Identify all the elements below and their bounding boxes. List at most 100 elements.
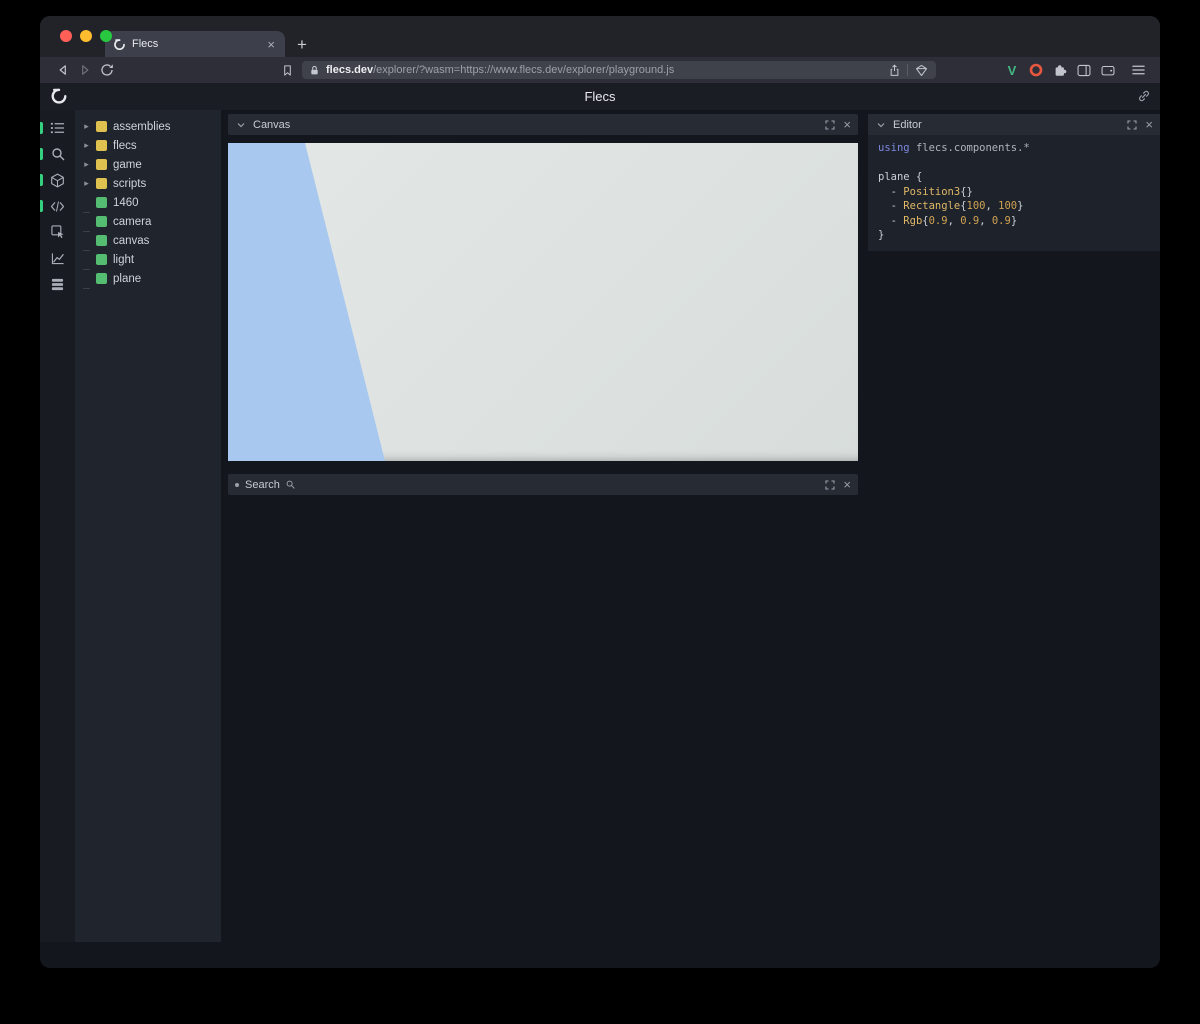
search-icon xyxy=(286,479,296,491)
entity-color-square xyxy=(96,273,107,284)
search-panel-title: Search xyxy=(245,479,280,491)
entity-color-square xyxy=(96,235,107,246)
entity-tree-icon[interactable] xyxy=(40,118,75,138)
tree-item-camera[interactable]: camera xyxy=(75,212,221,231)
main-column: Canvas × xyxy=(221,110,868,942)
expand-arrow-icon[interactable]: ▸ xyxy=(82,159,91,170)
tree-item-label: canvas xyxy=(113,235,149,247)
minimize-window-button[interactable] xyxy=(80,30,92,42)
forward-icon[interactable] xyxy=(74,61,96,79)
vue-devtools-extension-icon[interactable]: V xyxy=(1000,61,1024,79)
bookmark-icon[interactable] xyxy=(276,61,298,79)
editor-code[interactable]: using flecs.components.* plane { - Posit… xyxy=(868,135,1160,251)
fullscreen-icon[interactable] xyxy=(1126,119,1138,131)
lock-icon xyxy=(309,65,320,76)
canvas-panel: Canvas × xyxy=(228,114,858,461)
module-color-square xyxy=(96,178,107,189)
reload-icon[interactable] xyxy=(96,61,118,79)
close-icon[interactable]: × xyxy=(1144,118,1153,131)
entity-color-square xyxy=(96,254,107,265)
close-icon[interactable]: × xyxy=(842,118,851,131)
extensions-puzzle-icon[interactable] xyxy=(1048,61,1072,79)
divider xyxy=(907,64,908,76)
close-window-button[interactable] xyxy=(60,30,72,42)
code-line: using flecs.components.* xyxy=(878,141,1150,156)
browser-window: Flecs × + flecs.dev/explorer/?wasm=https… xyxy=(40,16,1160,968)
code-editor-icon[interactable] xyxy=(40,196,75,216)
tree-item-label: scripts xyxy=(113,178,146,190)
code-line: } xyxy=(878,228,1150,243)
canvas-scene xyxy=(228,143,858,461)
share-icon[interactable] xyxy=(886,61,902,79)
sidebar-toggle-icon[interactable] xyxy=(1072,61,1096,79)
search-panel: Search × xyxy=(228,474,858,495)
tree-item-assemblies[interactable]: ▸assemblies xyxy=(75,117,221,136)
data-rows-icon[interactable] xyxy=(40,274,75,294)
entity-tree: ▸assemblies▸flecs▸game▸scripts1460camera… xyxy=(75,110,221,942)
tab-title: Flecs xyxy=(132,38,259,50)
chevron-down-icon[interactable] xyxy=(875,119,887,131)
fullscreen-icon[interactable] xyxy=(824,119,836,131)
flecs-favicon-icon xyxy=(113,38,126,51)
url-actions xyxy=(886,61,929,79)
flecs-logo-icon[interactable] xyxy=(50,87,68,105)
tree-item-1460[interactable]: 1460 xyxy=(75,193,221,212)
module-color-square xyxy=(96,140,107,151)
entities-cube-icon[interactable] xyxy=(40,170,75,190)
canvas-panel-title: Canvas xyxy=(253,119,290,131)
code-line xyxy=(878,156,1150,171)
collapsed-dot-icon[interactable] xyxy=(235,483,239,487)
permalink-icon[interactable] xyxy=(1137,89,1152,104)
tree-item-label: 1460 xyxy=(113,197,139,209)
wallet-icon[interactable] xyxy=(1096,61,1120,79)
tree-item-canvas[interactable]: canvas xyxy=(75,231,221,250)
tree-item-game[interactable]: ▸ game xyxy=(75,155,221,174)
tab-close-icon[interactable]: × xyxy=(265,38,277,51)
code-line: - Rgb{0.9, 0.9, 0.9} xyxy=(878,214,1150,229)
inspector-icon[interactable] xyxy=(40,222,75,242)
search-icon[interactable] xyxy=(40,144,75,164)
entity-color-square xyxy=(96,216,107,227)
address-bar[interactable]: flecs.dev/explorer/?wasm=https://www.fle… xyxy=(302,61,936,79)
code-line: - Rectangle{100, 100} xyxy=(878,199,1150,214)
search-panel-header[interactable]: Search × xyxy=(228,474,858,495)
new-tab-button[interactable]: + xyxy=(297,36,307,53)
fullscreen-icon[interactable] xyxy=(824,479,836,491)
stats-chart-icon[interactable] xyxy=(40,248,75,268)
code-line: plane { xyxy=(878,170,1150,185)
tree-item-label: camera xyxy=(113,216,151,228)
app-title: Flecs xyxy=(40,89,1160,104)
tab-bar: Flecs × + xyxy=(40,16,1160,57)
extension-red-icon[interactable] xyxy=(1024,61,1048,79)
tree-item-scripts[interactable]: ▸ scripts xyxy=(75,174,221,193)
expand-arrow-icon[interactable]: ▸ xyxy=(82,140,91,151)
app-body: ▸assemblies▸flecs▸game▸scripts1460camera… xyxy=(40,110,1160,942)
browser-menu-icon[interactable] xyxy=(1126,61,1150,79)
canvas-3d-view[interactable] xyxy=(228,143,858,461)
tree-item-label: game xyxy=(113,159,142,171)
expand-arrow-icon[interactable]: ▸ xyxy=(82,178,91,189)
canvas-panel-header[interactable]: Canvas × xyxy=(228,114,858,135)
tree-item-label: light xyxy=(113,254,134,266)
editor-panel-header[interactable]: Editor × xyxy=(868,114,1160,135)
close-icon[interactable]: × xyxy=(842,478,851,491)
app-header: Flecs xyxy=(40,83,1160,110)
zoom-window-button[interactable] xyxy=(100,30,112,42)
back-icon[interactable] xyxy=(52,61,74,79)
tree-item-label: flecs xyxy=(113,140,137,152)
chevron-down-icon[interactable] xyxy=(235,119,247,131)
expand-arrow-icon[interactable]: ▸ xyxy=(82,121,91,132)
icon-rail xyxy=(40,110,75,942)
editor-panel: Editor × using flecs.components.* plane … xyxy=(868,114,1160,251)
editor-panel-title: Editor xyxy=(893,119,922,131)
url-path: /explorer/?wasm=https://www.flecs.dev/ex… xyxy=(373,64,674,76)
url-text: flecs.dev/explorer/?wasm=https://www.fle… xyxy=(326,64,880,76)
url-domain: flecs.dev xyxy=(326,64,373,76)
browser-tab-flecs[interactable]: Flecs × xyxy=(105,31,285,57)
tree-item-flecs[interactable]: ▸ flecs xyxy=(75,136,221,155)
vpn-shield-icon[interactable] xyxy=(913,61,929,79)
tree-item-plane[interactable]: plane xyxy=(75,269,221,288)
tree-item-label: plane xyxy=(113,273,141,285)
tree-item-light[interactable]: light xyxy=(75,250,221,269)
editor-column: Editor × using flecs.components.* plane … xyxy=(868,110,1160,942)
